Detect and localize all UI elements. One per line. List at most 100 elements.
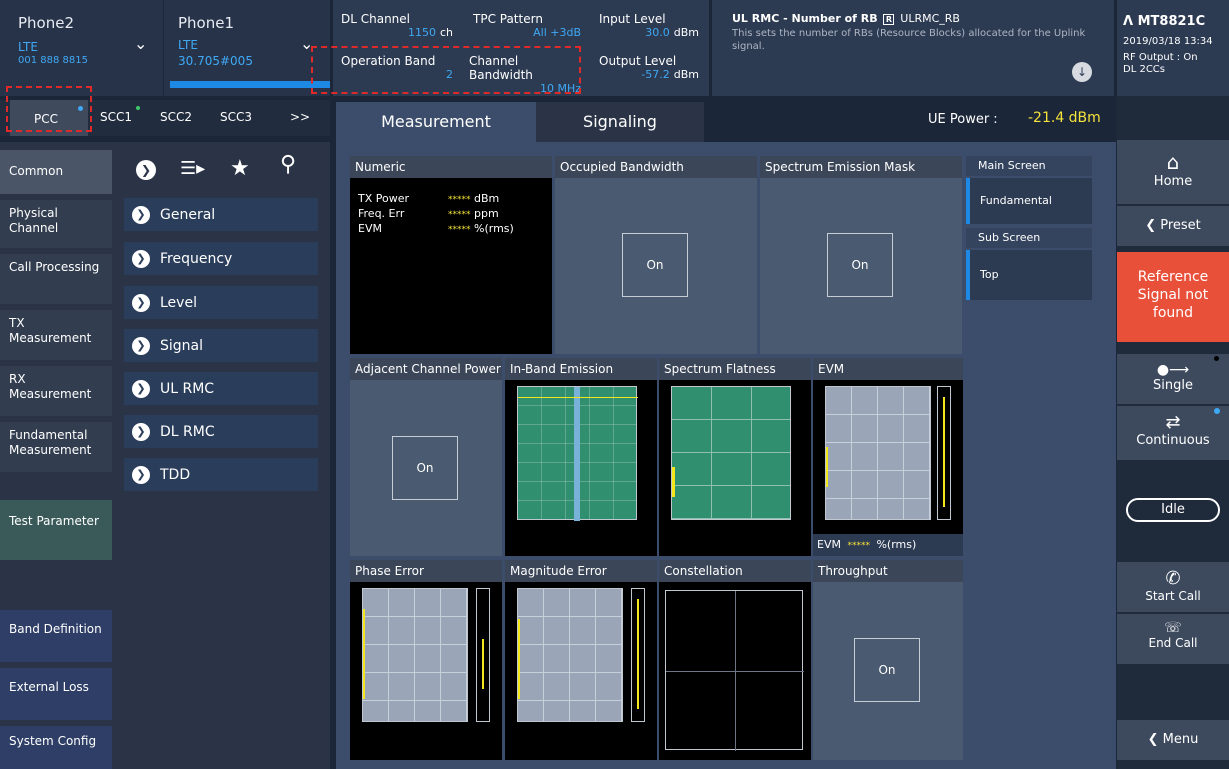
submenu-dl-rmc[interactable]: ❯ DL RMC <box>124 415 318 448</box>
sub-screen-top[interactable]: Top <box>966 250 1092 300</box>
phone1-active-bar <box>170 81 330 88</box>
panel-ibe-title: In-Band Emission <box>505 358 657 380</box>
panel-occupied-bandwidth-title: Occupied Bandwidth <box>555 156 757 178</box>
sidebar-item-physical-channel[interactable]: Physical Channel <box>0 200 112 248</box>
phone1-selector[interactable]: Phone1 LTE 30.705#005 ⌄ <box>164 0 330 96</box>
chevron-left-icon: ❮ <box>1147 732 1163 747</box>
device-status: Λ MT8821C 2019/03/18 13:34 RF Output : O… <box>1117 0 1229 96</box>
tab-scc3[interactable]: SCC3 <box>220 110 252 124</box>
panel-spectrum-flatness[interactable]: Spectrum Flatness <box>659 358 811 556</box>
single-button[interactable]: ●⟶ Single <box>1117 354 1229 404</box>
app-window: Phone2 LTE 001 888 8815 ⌄ Phone1 LTE 30.… <box>0 0 1229 769</box>
phone2-selector[interactable]: Phone2 LTE 001 888 8815 ⌄ <box>0 0 163 96</box>
panel-in-band-emission[interactable]: In-Band Emission <box>505 358 657 556</box>
tx-power-value: ***** <box>448 195 471 205</box>
tab-more[interactable]: >> <box>290 110 310 124</box>
sidebar-item-system-config[interactable]: System Config <box>0 726 112 769</box>
tab-measurement[interactable]: Measurement <box>336 102 536 142</box>
output-level[interactable]: Output Level -57.2 dBm <box>599 54 699 81</box>
on-button[interactable]: On <box>827 233 893 297</box>
submenu-label: UL RMC <box>160 380 215 397</box>
preset-button[interactable]: ❮ Preset <box>1117 206 1229 246</box>
tab-scc1[interactable]: SCC1 <box>100 110 132 124</box>
on-button[interactable]: On <box>622 233 688 297</box>
panel-phase-error[interactable]: Phase Error <box>350 560 502 760</box>
submenu-ul-rmc[interactable]: ❯ UL RMC <box>124 372 318 405</box>
panel-spectrum-emission-mask[interactable]: Spectrum Emission Mask On <box>760 156 962 354</box>
evm-readout-value: ***** <box>847 541 870 551</box>
sidebar-item-external-loss[interactable]: External Loss <box>0 668 112 720</box>
panel-evm[interactable]: EVM EVM ***** %(rms) <box>813 358 963 556</box>
submenu-tdd[interactable]: ❯ TDD <box>124 458 318 491</box>
expand-icon[interactable]: ↓ <box>1072 62 1092 82</box>
info-panel: UL RMC - Number of RB R ULRMC_RB This se… <box>712 0 1114 96</box>
phone2-id: 001 888 8815 <box>18 55 88 66</box>
tpc-pattern-label: TPC Pattern <box>473 12 543 26</box>
sidebar-item-rx-measurement[interactable]: RX Measurement <box>0 366 112 416</box>
sidebar-item-tx-measurement[interactable]: TX Measurement <box>0 310 112 360</box>
dl-cc-status: DL 2CCs <box>1123 64 1165 75</box>
submenu-frequency[interactable]: ❯ Frequency <box>124 242 318 275</box>
panel-occupied-bandwidth[interactable]: Occupied Bandwidth On <box>555 156 757 354</box>
magnitude-trace <box>518 619 520 699</box>
device-model-text: MT8821C <box>1137 14 1206 29</box>
magnitude-side-graph <box>631 588 645 722</box>
input-level-unit: dBm <box>673 26 699 39</box>
arrow-right-icon[interactable]: ❯ <box>136 160 156 180</box>
dl-channel[interactable]: DL Channel 1150 ch <box>341 12 453 39</box>
main-screen-label: Main Screen <box>966 156 1092 176</box>
submenu-label: Level <box>160 294 197 311</box>
chevron-left-icon: ❮ <box>1145 218 1161 233</box>
tpc-pattern-value: All +3dB <box>533 26 581 39</box>
status-dot <box>1214 356 1219 361</box>
single-label: Single <box>1153 378 1193 393</box>
panel-magnitude-error[interactable]: Magnitude Error <box>505 560 657 760</box>
panel-adjacent-channel-power[interactable]: Adjacent Channel Power On <box>350 358 502 556</box>
home-icon: ⌂ <box>1166 150 1180 174</box>
info-tag: ULRMC_RB <box>900 12 960 25</box>
tab-scc2[interactable]: SCC2 <box>160 110 192 124</box>
home-button[interactable]: ⌂ Home <box>1117 140 1229 204</box>
sidebar-item-band-definition[interactable]: Band Definition <box>0 610 112 662</box>
repeat-icon: ⇄ <box>1165 412 1181 433</box>
main-screen-fundamental[interactable]: Fundamental <box>966 178 1092 224</box>
flatness-trace <box>672 467 675 497</box>
sidebar-item-call-processing[interactable]: Call Processing <box>0 254 112 304</box>
menu-button[interactable]: ❮ Menu <box>1117 720 1229 760</box>
star-icon[interactable]: ★ <box>230 156 250 181</box>
submenu-level[interactable]: ❯ Level <box>124 286 318 319</box>
arrow-right-icon: ❯ <box>132 249 150 268</box>
phase-side-trace <box>482 639 484 689</box>
phase-graph <box>362 588 468 722</box>
flatness-graph <box>671 386 791 520</box>
submenu-signal[interactable]: ❯ Signal <box>124 329 318 362</box>
list-play-icon[interactable]: ☰▸ <box>180 158 205 179</box>
chevron-down-icon[interactable]: ⌄ <box>134 34 147 53</box>
tpc-pattern[interactable]: TPC Pattern All +3dB <box>473 12 581 39</box>
tab-signaling[interactable]: Signaling <box>536 102 704 142</box>
sidebar-item-common[interactable]: Common <box>0 150 112 194</box>
sidebar-item-test-parameter[interactable]: Test Parameter <box>0 500 112 560</box>
panel-evm-title: EVM <box>813 358 963 380</box>
start-call-button[interactable]: ✆ Start Call <box>1117 562 1229 612</box>
sub-screen-label: Sub Screen <box>966 228 1092 248</box>
panel-throughput[interactable]: Throughput On <box>813 560 963 760</box>
end-call-button[interactable]: ☏ End Call <box>1117 614 1229 664</box>
panel-constellation[interactable]: Constellation <box>659 560 811 760</box>
freq-err-unit: ppm <box>474 207 499 220</box>
anritsu-logo-icon: Λ <box>1123 14 1138 29</box>
highlight-box-band <box>311 46 581 94</box>
submenu-label: TDD <box>160 466 191 483</box>
on-button[interactable]: On <box>854 638 920 702</box>
panel-throughput-title: Throughput <box>813 560 963 582</box>
on-button[interactable]: On <box>392 436 458 500</box>
sidebar-item-fundamental-measurement[interactable]: Fundamental Measurement <box>0 422 112 472</box>
continuous-button[interactable]: ⇄ Continuous <box>1117 406 1229 460</box>
submenu-general[interactable]: ❯ General <box>124 198 318 231</box>
evm-trace <box>826 447 828 487</box>
input-level[interactable]: Input Level 30.0 dBm <box>599 12 699 39</box>
panel-numeric[interactable]: Numeric TX Power ***** dBm Freq. Err *****… <box>350 156 552 354</box>
info-title-text: UL RMC - Number of RB <box>732 12 878 25</box>
search-icon[interactable]: ⚲ <box>280 152 296 177</box>
numeric-readouts: TX Power ***** dBm Freq. Err ***** ppm EVM… <box>358 192 514 237</box>
